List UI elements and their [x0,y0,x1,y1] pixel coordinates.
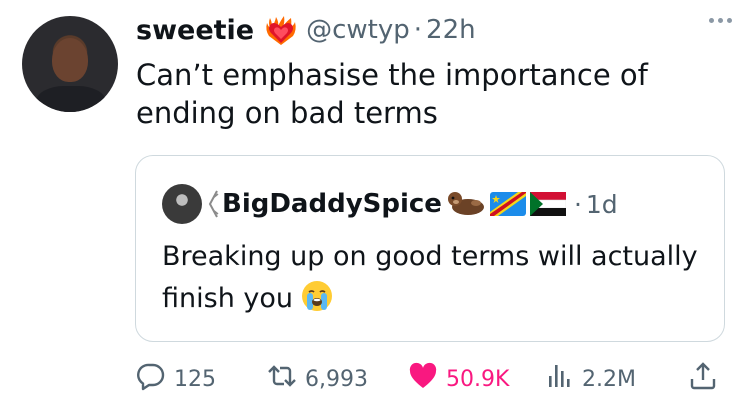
quoted-tweet-text: Breaking up on good terms will actually … [162,236,702,320]
quoted-separator-dot: · [573,189,582,219]
author-avatar[interactable] [22,16,118,112]
tweet-text: Can’t emphasise the importance of ending… [136,58,648,130]
reply-icon [136,361,166,397]
tweet-time[interactable]: 22h [426,15,476,45]
share-icon [688,361,718,397]
tweet-header: sweetie @cwtyp · 22h [136,10,476,50]
repost-icon [267,361,297,397]
sudan-flag-icon [529,192,567,216]
quoted-author-name[interactable]: BigDaddySpice [222,189,442,219]
views-button[interactable]: 2.2M [544,362,636,396]
action-bar: 125 6,993 50.9K 2.2M [136,362,726,396]
quoted-author-avatar[interactable] [162,184,202,224]
author-name[interactable]: sweetie [136,15,254,46]
reply-count: 125 [174,366,216,392]
like-button[interactable]: 50.9K [408,362,509,396]
avatar-body [36,86,106,112]
view-count: 2.2M [582,366,636,392]
bracket-decoration-icon [206,189,220,219]
quoted-tweet-body: Breaking up on good terms will actually … [162,241,698,314]
heart-on-fire-icon [264,14,298,46]
quoted-tweet-time[interactable]: 1d [586,190,618,219]
heart-icon [408,361,438,397]
tweet-card[interactable]: sweetie @cwtyp · 22h Can’t emphasise the… [0,0,750,404]
avatar-face [52,38,88,82]
separator-dot: · [413,15,423,45]
share-button[interactable] [688,362,718,396]
loudly-crying-face-icon [301,280,333,312]
like-count: 50.9K [446,366,510,392]
reply-button[interactable]: 125 [136,362,216,396]
repost-count: 6,993 [305,366,368,392]
author-handle[interactable]: @cwtyp [306,15,410,45]
otter-icon [446,191,486,217]
bar-chart-icon [544,361,574,397]
congo-flag-icon [489,192,526,216]
more-options-icon[interactable] [709,18,732,23]
quoted-tweet-header: BigDaddySpice · 1d [162,184,618,224]
quoted-tweet[interactable]: BigDaddySpice · 1d Breaking up on good t… [135,155,725,342]
repost-button[interactable]: 6,993 [267,362,368,396]
